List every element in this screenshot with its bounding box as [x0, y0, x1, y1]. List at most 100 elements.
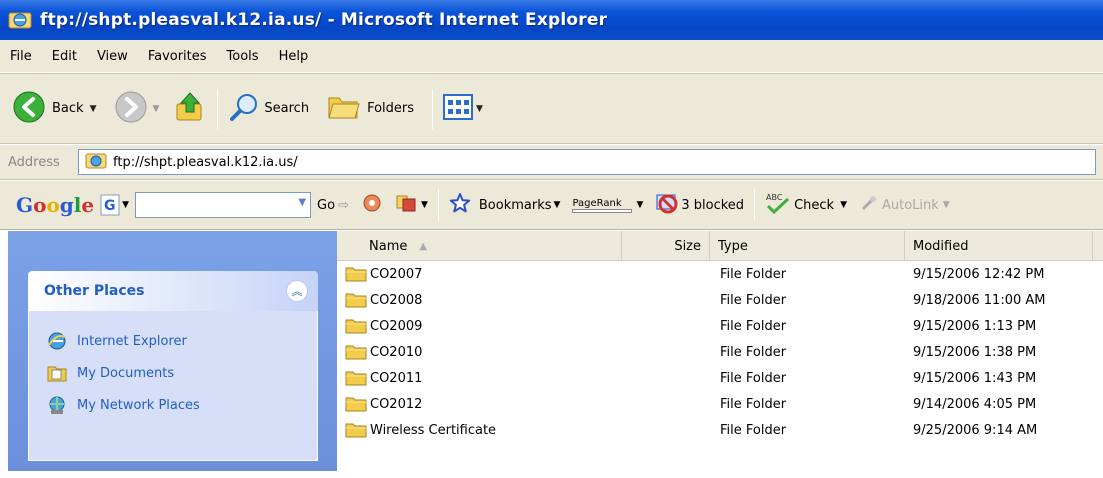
star-icon [449, 192, 471, 218]
file-list: Name ▲ Size Type Modified CO2007 File Fo… [337, 231, 1103, 471]
table-row[interactable]: CO2007 File Folder 9/15/2006 12:42 PM [337, 261, 1103, 287]
other-places-list: Internet Explorer My Documents My Networ… [28, 311, 318, 461]
google-logo: Google [16, 193, 95, 217]
back-button[interactable]: Back ▼ [8, 87, 100, 131]
google-search-input[interactable]: ▼ [135, 192, 312, 218]
google-separator [437, 189, 439, 221]
list-header: Name ▲ Size Type Modified [337, 231, 1103, 261]
folder-icon [345, 370, 367, 386]
google-search-dropdown-icon[interactable]: ▼ [298, 197, 306, 208]
back-arrow-icon [12, 90, 46, 128]
autolink-label: AutoLink [881, 197, 939, 213]
views-button[interactable]: ▼ [439, 87, 487, 131]
menu-favorites[interactable]: Favorites [138, 49, 217, 64]
search-label: Search [264, 101, 310, 116]
file-name: CO2012 [370, 396, 423, 412]
google-go-button[interactable]: Go ⇨ [311, 198, 355, 213]
google-news-button[interactable] [355, 193, 389, 217]
file-rows: CO2007 File Folder 9/15/2006 12:42 PM CO… [337, 261, 1103, 443]
svg-text:G: G [104, 198, 116, 214]
standard-toolbar: Back ▼ ▼ Search Folders ▼ [0, 73, 1103, 144]
sidebar-item-label: My Network Places [77, 397, 200, 413]
table-row[interactable]: Wireless Certificate File Folder 9/25/20… [337, 417, 1103, 443]
table-row[interactable]: CO2008 File Folder 9/18/2006 11:00 AM [337, 287, 1103, 313]
blocked-count: 3 blocked [681, 197, 745, 213]
task-pane: Other Places ︽ Internet Explorer My Docu… [8, 231, 337, 471]
file-type: File Folder [720, 318, 787, 334]
file-modified: 9/25/2006 9:14 AM [913, 422, 1038, 438]
folders-button[interactable]: Folders [323, 87, 418, 131]
sidebar-item-internet-explorer[interactable]: Internet Explorer [29, 325, 317, 357]
search-button[interactable]: Search [224, 87, 313, 131]
column-header-size[interactable]: Size [622, 231, 710, 261]
google-g-icon[interactable]: G ▼ [94, 194, 131, 216]
folder-icon [345, 396, 367, 412]
pagerank-bar [572, 208, 633, 213]
check-label: Check [794, 197, 835, 213]
file-type: File Folder [720, 396, 787, 412]
google-options-button[interactable]: ▼ [389, 193, 434, 217]
collapse-icon[interactable]: ︽ [286, 280, 308, 302]
forward-dropdown-icon[interactable]: ▼ [152, 104, 159, 114]
menu-view[interactable]: View [87, 49, 138, 64]
file-name: Wireless Certificate [370, 422, 497, 438]
check-dropdown-icon[interactable]: ▼ [840, 200, 847, 210]
column-modified-label: Modified [913, 238, 969, 254]
table-row[interactable]: CO2012 File Folder 9/14/2006 4:05 PM [337, 391, 1103, 417]
table-row[interactable]: CO2010 File Folder 9/15/2006 1:38 PM [337, 339, 1103, 365]
menu-help[interactable]: Help [269, 49, 319, 64]
my-documents-icon [47, 363, 67, 383]
column-header-name[interactable]: Name ▲ [337, 231, 622, 261]
other-places-box: Other Places ︽ Internet Explorer My Docu… [28, 271, 318, 461]
pagerank-button[interactable]: PageRank ▼ [566, 198, 649, 213]
views-grid-icon [443, 93, 474, 124]
news-icon [361, 193, 383, 217]
search-icon [228, 91, 260, 127]
folders-label: Folders [367, 101, 415, 116]
table-row[interactable]: CO2009 File Folder 9/15/2006 1:13 PM [337, 313, 1103, 339]
go-label: Go [317, 197, 336, 213]
file-name: CO2008 [370, 292, 423, 308]
spell-check-button[interactable]: ABC Check ▼ [759, 192, 853, 218]
file-type: File Folder [720, 266, 787, 282]
title-bar: ftp://shpt.pleasval.k12.ia.us/ - Microso… [0, 0, 1103, 40]
up-folder-button[interactable] [169, 87, 211, 131]
folder-icon [345, 344, 367, 360]
folder-icon [345, 266, 367, 282]
pagerank-dropdown-icon[interactable]: ▼ [636, 200, 643, 210]
file-modified: 9/14/2006 4:05 PM [913, 396, 1037, 412]
popup-blocker-button[interactable]: 3 blocked [649, 192, 750, 218]
back-dropdown-icon[interactable]: ▼ [90, 104, 97, 114]
menu-edit[interactable]: Edit [42, 49, 87, 64]
bookmarks-dropdown-icon[interactable]: ▼ [554, 200, 561, 210]
other-places-header[interactable]: Other Places ︽ [28, 271, 318, 311]
spellcheck-icon: ABC [765, 192, 791, 218]
menu-file[interactable]: File [0, 49, 42, 64]
menu-tools[interactable]: Tools [217, 49, 269, 64]
forward-button[interactable]: ▼ [110, 87, 163, 131]
table-row[interactable]: CO2011 File Folder 9/15/2006 1:43 PM [337, 365, 1103, 391]
column-header-modified[interactable]: Modified [905, 231, 1093, 261]
address-field[interactable]: ftp://shpt.pleasval.k12.ia.us/ [78, 149, 1096, 175]
sort-ascending-icon: ▲ [419, 240, 428, 252]
options-icon [395, 193, 417, 217]
ie-folder-icon [8, 8, 32, 32]
column-header-type[interactable]: Type [710, 231, 905, 261]
toolbar-separator [432, 88, 434, 129]
file-modified: 9/18/2006 11:00 AM [913, 292, 1046, 308]
menu-bar: File Edit View Favorites Tools Help [0, 40, 1103, 73]
up-folder-icon [173, 90, 207, 128]
autolink-button[interactable]: AutoLink ▼ [853, 193, 956, 217]
folder-icon [345, 292, 367, 308]
file-modified: 9/15/2006 1:43 PM [913, 370, 1037, 386]
autolink-dropdown-icon[interactable]: ▼ [943, 200, 950, 210]
sidebar-item-my-network-places[interactable]: My Network Places [29, 389, 317, 421]
sidebar-item-my-documents[interactable]: My Documents [29, 357, 317, 389]
column-name-label: Name [369, 238, 408, 254]
bookmarks-button[interactable]: Bookmarks ▼ [443, 192, 567, 218]
file-type: File Folder [720, 370, 787, 386]
sidebar-item-label: Internet Explorer [77, 333, 187, 349]
views-dropdown-icon[interactable]: ▼ [476, 104, 483, 114]
options-dropdown-icon[interactable]: ▼ [421, 200, 428, 210]
window-title: ftp://shpt.pleasval.k12.ia.us/ - Microso… [40, 10, 608, 30]
